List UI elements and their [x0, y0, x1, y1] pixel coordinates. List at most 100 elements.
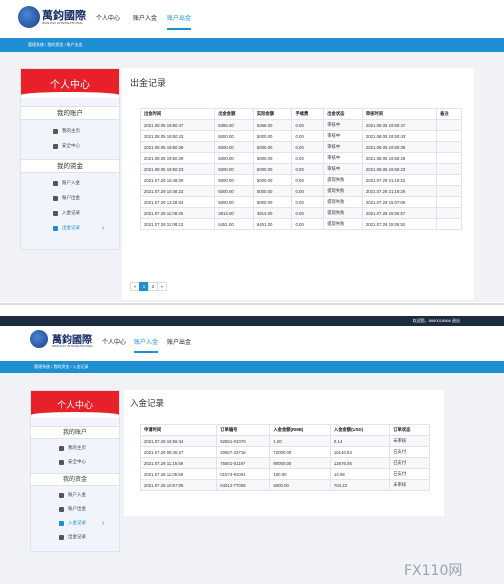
column-header: 手续费: [291, 108, 325, 120]
table-row: 2021.08.05 19:50:23 5000.00 5000.00 0.00 审核中…: [139, 163, 462, 175]
sidebar-item-withdraw[interactable]: 账户出金: [59, 504, 119, 514]
table-cell: 提现失败: [323, 174, 363, 186]
column-header: 审核时间: [361, 108, 438, 120]
nav-personal-center[interactable]: 个人中心: [96, 13, 120, 22]
logo-subtitle: WANJUN INTERNATIONAL: [42, 21, 84, 25]
table-cell: 6451.00: [252, 218, 293, 230]
wallet-icon: [59, 492, 64, 498]
table-row: 2021.07.29 13:28:04 5000.00 5000.00 0.00 提现失…: [139, 196, 462, 208]
sidebar-item-deposit[interactable]: 账户入金: [53, 178, 119, 188]
table-cell: 1.00: [269, 435, 331, 447]
table-cell: [436, 196, 462, 208]
table-cell: 2021.08.05 19:50:23: [139, 163, 216, 175]
table-cell: 2021.07.28 10:57:06: [139, 479, 218, 491]
column-header: 入金金额(USD): [329, 424, 391, 436]
user-bar: 欢迎您，8880018666 退出: [0, 316, 504, 326]
sidebar-section-funds: 我的资金: [21, 159, 119, 173]
table-cell: 2021.07.29 15:48:29: [139, 174, 216, 186]
sidebar-item-withdraw[interactable]: 账户出金: [53, 193, 119, 203]
table-cell: 90000.00: [269, 457, 331, 469]
table-cell: 5000.00: [214, 141, 254, 153]
sidebar-item-deposit-records[interactable]: 入金记录 ‹: [59, 518, 119, 528]
table-cell: [436, 152, 462, 164]
table-cell: 0.00: [291, 174, 325, 186]
table-cell: 52651-01070: [216, 435, 271, 447]
sidebar-item-home[interactable]: 我的主页: [53, 126, 119, 136]
list-icon: [53, 210, 58, 216]
table-cell: [436, 163, 462, 175]
sidebar-item-home[interactable]: 我的主页: [59, 443, 119, 453]
table-row: 2021.07.29 11:08:13 6451.00 6451.00 0.00 提现失…: [139, 218, 462, 230]
table-row: 2021.08.05 19:50:43 5000.00 5000.00 0.00 审核中…: [139, 130, 462, 142]
breadcrumb: 管理系统 / 我的资金 / 入金记录: [0, 361, 504, 373]
table-cell: 已支付: [389, 446, 430, 458]
nav-deposit[interactable]: 账户入金: [134, 337, 159, 353]
table-cell: 5000.00: [252, 141, 293, 153]
column-header: 出金金额: [214, 108, 254, 120]
table-cell: 2021.07.29 10:48:22: [139, 185, 216, 197]
table-cell: 704.23: [329, 479, 391, 491]
sidebar-item-withdraw-records[interactable]: 出金记录 ‹: [53, 223, 119, 233]
table-cell: 2021.08.05 19:50:47: [361, 119, 438, 131]
table-cell: 提现失败: [323, 218, 363, 230]
nav-withdraw[interactable]: 账户出金: [167, 13, 192, 30]
divider: [0, 303, 504, 305]
nav-withdraw[interactable]: 账户出金: [167, 337, 191, 346]
table-cell: 14.08: [329, 468, 391, 480]
table-cell: 5000.00: [252, 174, 293, 186]
next-page-button[interactable]: »: [157, 282, 167, 291]
column-header: 订单编号: [216, 424, 271, 436]
nav-personal-center[interactable]: 个人中心: [102, 337, 126, 346]
table-cell: 6451.00: [214, 218, 254, 230]
table-cell: 3813.00: [214, 207, 254, 219]
banner-wave: [31, 412, 119, 418]
table-row: 2021.07.28 10:57:06 04012-77005 5000.00 704…: [139, 479, 430, 491]
table-row: 2021.07.29 10:48:22 5000.00 5000.00 0.00 提现失…: [139, 185, 462, 197]
sidebar-item-withdraw-records[interactable]: 出金记录: [59, 532, 119, 542]
sidebar-item-security[interactable]: 安全中心: [53, 141, 119, 151]
sidebar-item-deposit[interactable]: 账户入金: [59, 490, 119, 500]
table-cell: [436, 218, 462, 230]
table-cell: 0.00: [291, 196, 325, 208]
table-cell: 审核中: [323, 141, 363, 153]
logo-subtitle: WANJUN INTERNATIONAL: [52, 344, 94, 348]
table-cell: 20507-23716: [216, 446, 271, 458]
table-cell: 2021.07.29 11:08:13: [139, 218, 216, 230]
table-cell: 5000.00: [252, 185, 293, 197]
table-cell: 2021.07.29 15:07:06: [361, 196, 438, 208]
table-row: 2021.08.05 19:50:39 5000.00 5000.00 0.00 审核中…: [139, 141, 462, 153]
table-cell: 01074-91001: [216, 468, 271, 480]
table-cell: 5000.00: [214, 174, 254, 186]
table-cell: 5000.00: [252, 152, 293, 164]
main-panel: 出金记录 出金时间 出金金额 实际金额 手续费 出金状态 审核时间 备注 2021.08.05…: [122, 68, 474, 300]
column-header: 出金时间: [139, 108, 216, 120]
main-panel: 入金记录 申请时间 订单编号 入金金额(RMB) 入金金额(USD) 订单状态 2021.…: [124, 390, 444, 516]
table-row: 2021.07.29 09:45:27 20507-23716 72000.00 10…: [139, 446, 430, 458]
sidebar-item-deposit-records[interactable]: 入金记录: [53, 208, 119, 218]
table-cell: 12676.05: [329, 457, 391, 469]
sidebar-item-security[interactable]: 安全中心: [59, 457, 119, 467]
table-cell: 2021.08.05 19:50:28: [139, 152, 216, 164]
table-cell: 2021.08.05 19:50:43: [139, 130, 216, 142]
logo-icon: [18, 6, 40, 28]
table-cell: 0.14: [329, 435, 391, 447]
table-cell: 2021.07.29 15:06:57: [361, 207, 438, 219]
table-cell: 5000.00: [214, 152, 254, 164]
table-row: 2021.07.29 15:48:29 5000.00 5000.00 0.00 提现失…: [139, 174, 462, 186]
chevron-left-icon: ‹: [102, 519, 105, 527]
table-cell: 2021.08.05 19:50:39: [139, 141, 216, 153]
table-cell: 2021.08.05 19:50:47: [139, 119, 216, 131]
table-cell: 5000.00: [214, 185, 254, 197]
deposit-table: 申请时间 订单编号 入金金额(RMB) 入金金额(USD) 订单状态 2021.07.29…: [139, 424, 430, 491]
table-cell: 72000.00: [269, 446, 331, 458]
wallet-icon: [59, 506, 64, 512]
table-cell: 审核中: [323, 163, 363, 175]
table-cell: [436, 185, 462, 197]
banner-wave: [21, 92, 119, 98]
nav-deposit[interactable]: 账户入金: [133, 13, 157, 22]
user-icon: [53, 128, 58, 134]
table-row: 2021.08.05 19:50:28 5000.00 5000.00 0.00 审核中…: [139, 152, 462, 164]
column-header: 订单状态: [389, 424, 430, 436]
lock-icon: [59, 459, 64, 465]
column-header: 入金金额(RMB): [269, 424, 331, 436]
